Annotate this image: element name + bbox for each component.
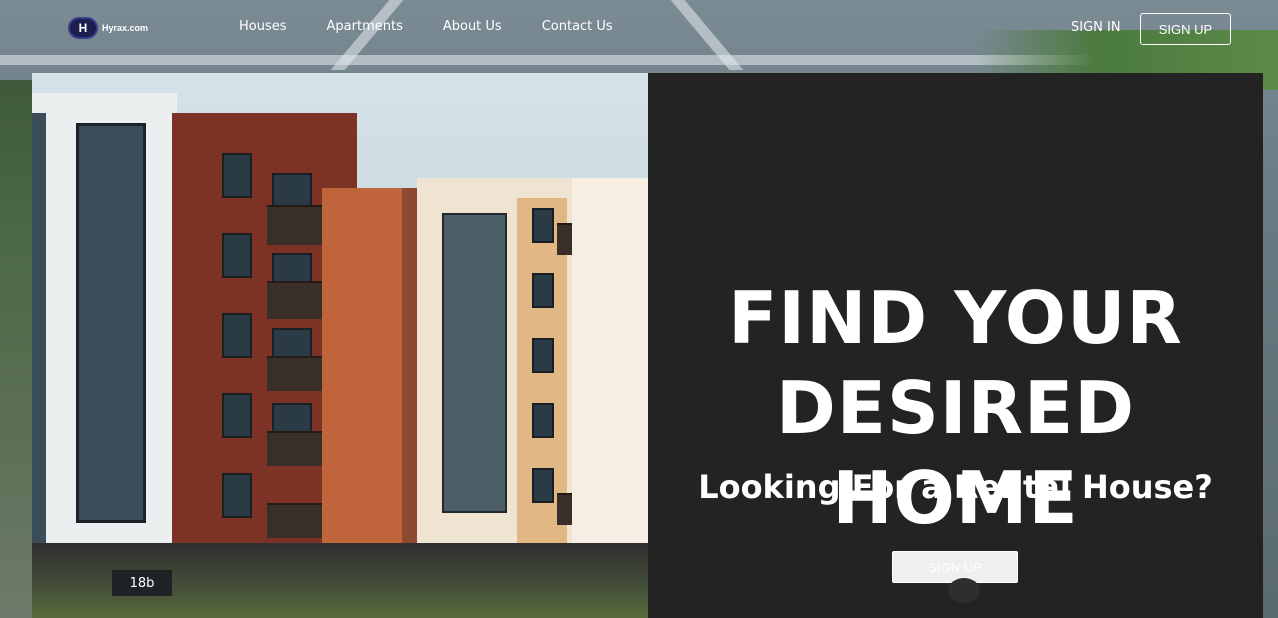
sign-up-button[interactable]: SIGN UP <box>1140 13 1231 45</box>
nav-houses[interactable]: Houses <box>239 19 287 34</box>
logo-text: Hyrax.com <box>102 23 149 33</box>
hero-panel: FIND YOUR DESIRED HOME Looking For a Ren… <box>648 73 1263 618</box>
main-nav: Houses Apartments About Us Contact Us <box>239 19 613 34</box>
hero-building-photo: 18b <box>32 73 648 618</box>
nav-apartments[interactable]: Apartments <box>327 19 403 34</box>
building-number-sign: 18b <box>112 570 172 596</box>
decorative-dot <box>948 578 980 603</box>
hero-subheadline: Looking For a Rental House? <box>698 468 1213 506</box>
nav-about-us[interactable]: About Us <box>443 19 502 34</box>
headline-line-1: FIND YOUR <box>728 276 1183 360</box>
headline-line-2: DESIRED HOME <box>776 366 1135 540</box>
site-header: H Hyrax.com Houses Apartments About Us C… <box>0 0 1278 58</box>
logo-badge-icon: H <box>68 17 98 39</box>
sign-in-link[interactable]: SIGN IN <box>1071 20 1121 35</box>
site-logo[interactable]: H Hyrax.com <box>68 17 148 39</box>
hero-sign-up-button[interactable]: SIGN UP <box>892 551 1018 583</box>
building-white-left <box>32 93 177 618</box>
nav-contact-us[interactable]: Contact Us <box>542 19 613 34</box>
